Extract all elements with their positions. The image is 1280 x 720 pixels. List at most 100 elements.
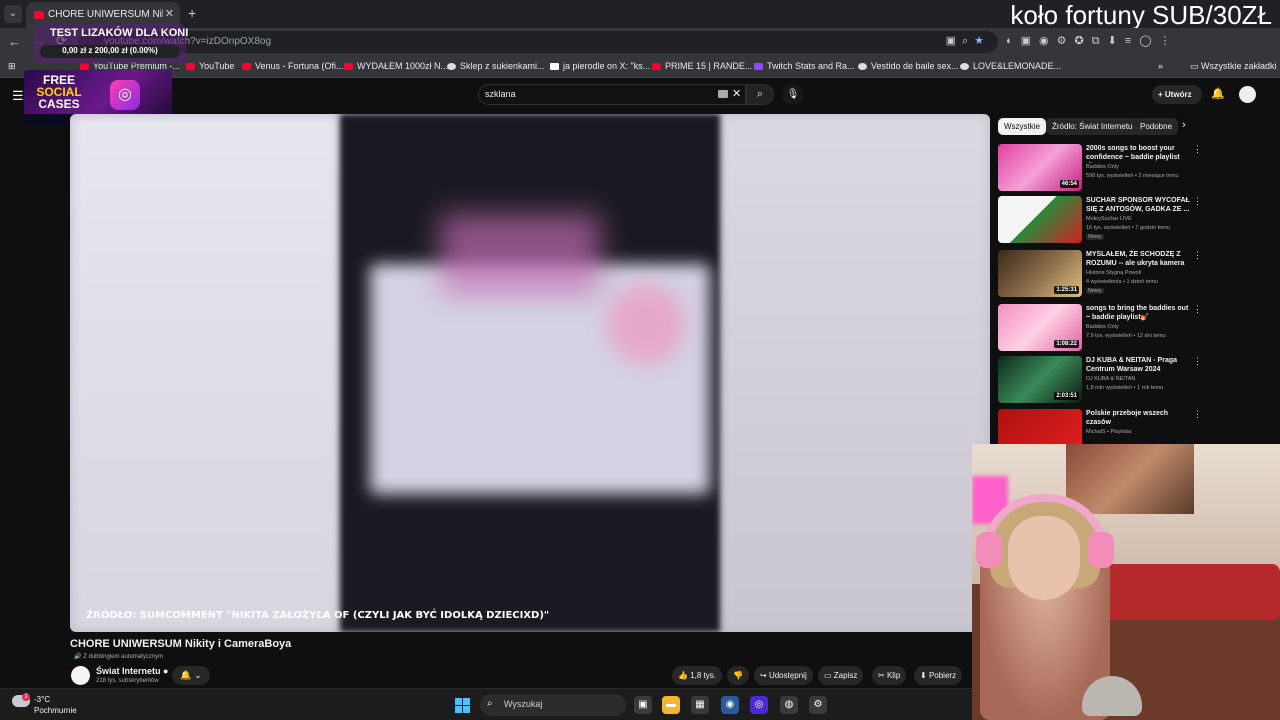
search-icon: ⌕: [487, 698, 493, 709]
bookmark-item[interactable]: WYDAŁEM 1000zł N...: [344, 61, 448, 71]
bookmark-item[interactable]: PRIME 15 | RANDE...: [652, 61, 752, 71]
weather-temperature[interactable]: -3°C: [34, 695, 50, 704]
bookmark-item[interactable]: ja pierodle on X: "ks...: [550, 61, 650, 71]
globe-icon: [858, 63, 867, 71]
tab-close-icon[interactable]: ✕: [165, 7, 174, 20]
back-icon[interactable]: ←: [8, 34, 21, 49]
recommendation-item[interactable]: 2:03:51 DJ KUBA & NEITAN - Praga Centrum…: [998, 356, 1203, 406]
taskbar-search[interactable]: ⌕ Wyszukaj: [480, 694, 626, 716]
channel-name[interactable]: Świat Internetu ●: [96, 666, 168, 676]
dislike-button[interactable]: 👎: [727, 666, 749, 685]
bookmarks-bar: ⊞ YouTube Premium -... YouTube Venus - F…: [0, 56, 1280, 78]
more-options-icon[interactable]: ⋮: [1193, 250, 1202, 261]
video-thumbnail[interactable]: 1:08:22: [998, 304, 1082, 351]
notification-badge: 1: [22, 693, 30, 701]
bookmark-item[interactable]: Vestido de baile sex...: [858, 61, 959, 71]
new-badge: Nowy: [1086, 288, 1104, 294]
video-thumbnail[interactable]: 2:03:51: [998, 356, 1082, 403]
bookmark-item[interactable]: LOVE&LEMONADE...: [960, 61, 1061, 71]
thumbs-down-icon: 👎: [733, 671, 743, 680]
subscription-bell-button[interactable]: 🔔 ⌄: [172, 666, 210, 685]
tab-search-button[interactable]: ⌄: [4, 5, 22, 23]
more-options-icon[interactable]: ⋮: [1193, 196, 1202, 207]
video-duration: 1:08:22: [1054, 340, 1079, 348]
browser-app-icon[interactable]: ◎: [750, 696, 768, 714]
clear-search-icon[interactable]: ✕: [732, 87, 741, 100]
task-view-icon[interactable]: ▣: [634, 696, 652, 714]
stream-goal-progress: 0,00 zł z 200,00 zł (0.00%): [40, 45, 180, 58]
webcam-sofa: [1102, 564, 1280, 620]
bookmark-item[interactable]: Twitch Stats and Ra...: [754, 61, 855, 71]
address-bar[interactable]: youtube.com/watch?v=izDOnpOX8og ▣⌕★: [78, 31, 998, 53]
video-thumbnail[interactable]: [998, 409, 1082, 444]
more-options-icon[interactable]: ⋮: [1193, 304, 1202, 315]
voice-search-icon[interactable]: 🎙: [782, 84, 804, 105]
share-label: Udostępnij: [768, 671, 807, 680]
account-avatar[interactable]: [1239, 86, 1256, 103]
create-button[interactable]: + Utwórz: [1152, 85, 1202, 104]
channel-avatar[interactable]: [71, 666, 90, 685]
all-bookmarks-folder[interactable]: ▭ Wszystkie zakładki: [1190, 61, 1277, 72]
webcam-poster: [1066, 444, 1194, 514]
like-button[interactable]: 👍 1,8 tys.: [672, 666, 722, 685]
youtube-icon: [242, 63, 251, 71]
apps-grid-icon[interactable]: ⊞: [8, 61, 16, 72]
download-button[interactable]: ⬇ Pobierz: [914, 666, 963, 685]
sponsor-title: FREE SOCIAL CASES: [30, 74, 88, 110]
chip-similar[interactable]: Podobne: [1134, 118, 1179, 135]
share-icon: ↪: [760, 671, 767, 680]
bookmark-item[interactable]: YouTube: [186, 61, 234, 71]
store-icon[interactable]: ▦: [691, 696, 709, 714]
bookmark-item[interactable]: Sklep z sukienkami...: [447, 61, 545, 71]
extensions-icons[interactable]: ◐▣◉⚙✪⧉⬇≡◯⋮: [1006, 34, 1179, 48]
new-tab-icon[interactable]: +: [188, 5, 196, 21]
address-bar-icons[interactable]: ▣⌕★: [946, 34, 990, 48]
settings-gear-icon[interactable]: ⚙: [809, 696, 827, 714]
bookmark-item[interactable]: Venus - Fortuna (Ofi...: [242, 61, 344, 71]
share-button[interactable]: ↪ Udostępnij: [754, 666, 813, 685]
more-options-icon[interactable]: ⋮: [1193, 409, 1202, 420]
chip-all[interactable]: Wszystkie: [998, 118, 1046, 135]
more-options-icon[interactable]: ⋮: [1193, 144, 1202, 155]
chip-source[interactable]: Źródło: Świat Internetu: [1046, 118, 1139, 135]
bookmark-label: Vestido de baile sex...: [871, 61, 959, 71]
recommendation-item[interactable]: 46:54 2000s songs to boost your confiden…: [998, 144, 1203, 194]
save-button[interactable]: ▭ Zapisz: [818, 666, 864, 685]
youtube-search-input[interactable]: szklana ✕: [478, 84, 746, 105]
windows-start-icon[interactable]: [455, 698, 470, 713]
chrome-icon[interactable]: ◉: [721, 696, 739, 714]
recommendation-meta: 4 wyświetlenia • 1 dzień temu: [1086, 279, 1158, 285]
recommendation-item[interactable]: 1:08:22 songs to bring the baddies out ~…: [998, 304, 1203, 354]
recommendation-item[interactable]: 1:25:31 MYŚLAŁEM, ŻE SCHODZĘ Z ROZUMU --…: [998, 250, 1203, 300]
keyboard-icon[interactable]: [718, 90, 728, 98]
channel-name-text: Świat Internetu: [96, 666, 161, 676]
windows-taskbar: 1 -3°C Pochmurnie ⌕ Wyszukaj ▣ ▬ ▦ ◉ ◎ ◍…: [0, 688, 972, 720]
taskbar-search-placeholder: Wyszukaj: [504, 699, 543, 709]
all-bookmarks-label: Wszystkie zakładki: [1201, 61, 1277, 71]
bookmark-star-icon[interactable]: ★: [974, 35, 990, 47]
search-value: szklana: [485, 89, 516, 99]
video-player[interactable]: ŹRÓDŁO: SUMCOMMENT "NIKITA ZAŁOŻYŁA OF (…: [70, 114, 990, 632]
more-bookmarks-icon[interactable]: »: [1158, 61, 1163, 71]
hamburger-menu-icon[interactable]: ☰: [12, 88, 24, 104]
clip-button[interactable]: ✂ Klip: [872, 666, 907, 685]
bookmark-label: WYDAŁEM 1000zł N...: [357, 61, 449, 71]
chevron-right-icon[interactable]: ›: [1182, 119, 1186, 131]
notifications-bell-icon[interactable]: 🔔: [1211, 87, 1225, 100]
more-options-icon[interactable]: ⋮: [1193, 356, 1202, 367]
video-thumbnail[interactable]: 1:25:31: [998, 250, 1082, 297]
x-icon: [550, 63, 559, 71]
file-explorer-icon[interactable]: ▬: [662, 696, 680, 714]
recommendation-channel: MokrySuchar LIVE: [1086, 216, 1132, 222]
youtube-icon: [652, 63, 661, 71]
recommendation-title: DJ KUBA & NEITAN - Praga Centrum Warsaw …: [1086, 357, 1178, 373]
weather-condition[interactable]: Pochmurnie: [34, 706, 77, 715]
stream-goal-progress-text: 0,00 zł z 200,00 zł (0.00%): [62, 46, 158, 55]
bookmark-label: ja pierodle on X: "ks...: [563, 61, 651, 71]
search-button[interactable]: ⌕: [746, 84, 774, 105]
obs-icon[interactable]: ◍: [780, 696, 798, 714]
video-thumbnail[interactable]: 46:54: [998, 144, 1082, 191]
recommendation-item[interactable]: SUCHAR SPONSOR WYCOFAŁ SIĘ Z ANTOSÓW, GA…: [998, 196, 1203, 246]
video-thumbnail[interactable]: [998, 196, 1082, 243]
recommendation-item[interactable]: Polskie przeboje wszech czasów MichalS •…: [998, 409, 1203, 444]
